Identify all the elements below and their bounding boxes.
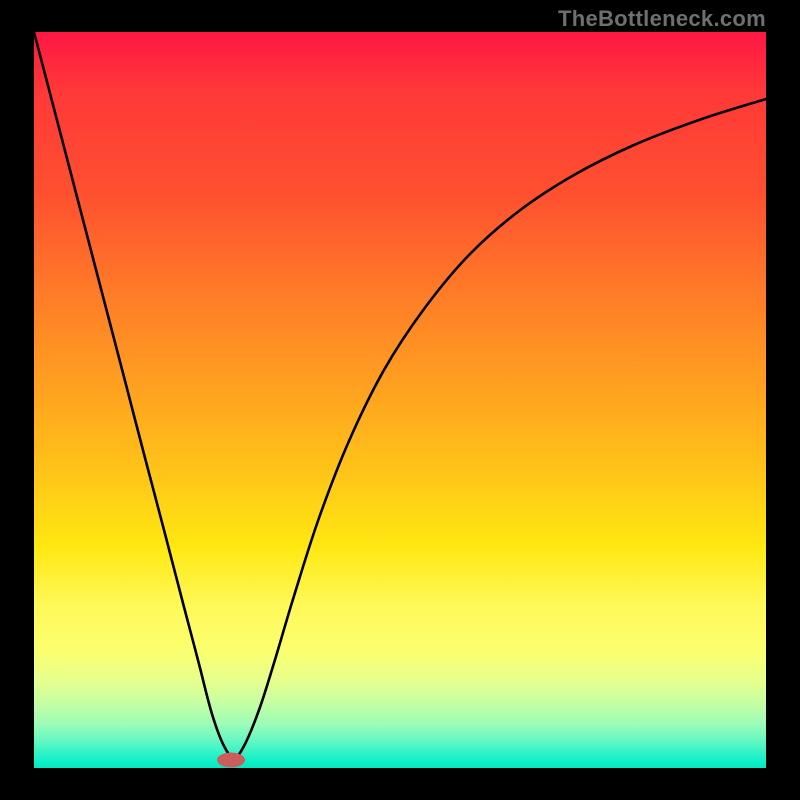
- watermark-text: TheBottleneck.com: [558, 6, 766, 32]
- curve-path: [34, 32, 766, 757]
- chart-frame: TheBottleneck.com: [0, 0, 800, 800]
- highlight-marker: [217, 753, 245, 768]
- curve-svg: [34, 32, 766, 768]
- plot-area: [34, 32, 766, 768]
